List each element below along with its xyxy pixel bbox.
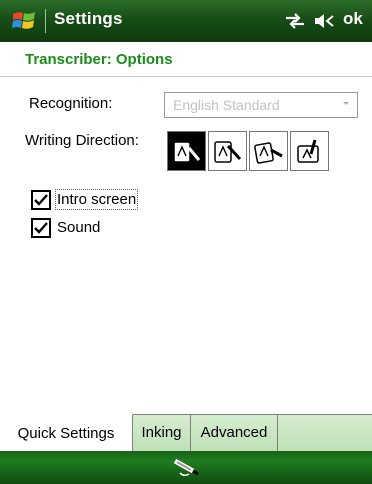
input-panel-icon[interactable] [171, 455, 201, 479]
ok-button[interactable]: ok [343, 9, 363, 29]
direction-option-3[interactable] [249, 131, 288, 171]
intro-screen-checkbox[interactable] [31, 190, 51, 210]
pen-horizontal-icon [173, 141, 201, 163]
direction-option-1[interactable] [167, 131, 206, 171]
intro-screen-label[interactable]: Intro screen [54, 189, 139, 210]
connectivity-icon[interactable] [283, 11, 307, 31]
recognition-dropdown[interactable]: English Standard [164, 92, 358, 118]
recognition-label: Recognition: [29, 95, 113, 112]
title-separator [45, 9, 46, 33]
pen-rotated-icon [297, 139, 319, 163]
window-title: Settings [54, 9, 123, 28]
checkmark-icon [34, 194, 48, 206]
speaker-off-icon[interactable] [313, 11, 337, 31]
checkmark-icon [34, 222, 48, 234]
pen-diagonal-icon [254, 142, 283, 164]
writing-direction-label: Writing Direction: [25, 132, 139, 149]
sound-label[interactable]: Sound [57, 219, 100, 236]
page-title: Transcriber: Options [25, 51, 173, 68]
tab-quick-settings[interactable]: Quick Settings [0, 414, 133, 451]
title-bar: Settings ok [0, 0, 372, 42]
pen-vertical-icon [214, 141, 242, 163]
page-header: Transcriber: Options [0, 42, 372, 77]
tab-inking[interactable]: Inking [133, 414, 191, 451]
tab-strip: Quick Settings Inking Advanced [0, 414, 372, 452]
tab-label: Quick Settings [17, 425, 115, 442]
menu-bar [0, 451, 372, 484]
windows-flag-icon[interactable] [11, 8, 37, 34]
tab-label: Advanced [200, 424, 268, 441]
chevron-down-icon [343, 102, 349, 105]
recognition-value: English Standard [173, 97, 280, 113]
direction-option-2[interactable] [208, 131, 247, 171]
direction-option-4[interactable] [290, 131, 329, 171]
sound-checkbox[interactable] [31, 218, 51, 238]
tab-label: Inking [141, 424, 182, 441]
tab-advanced[interactable]: Advanced [191, 414, 278, 451]
